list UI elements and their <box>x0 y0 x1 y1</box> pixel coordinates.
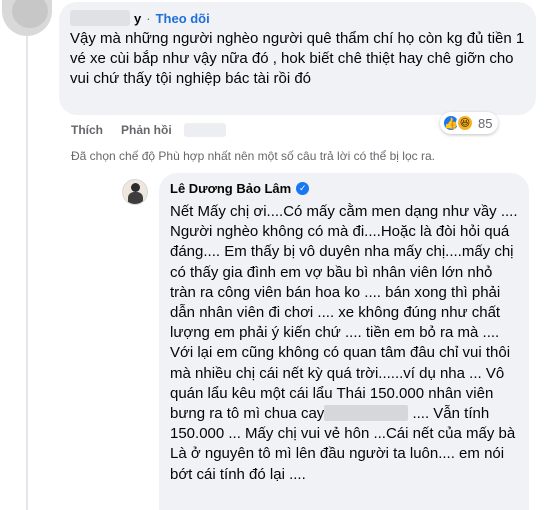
reply-header: Lê Dương Bảo Lâm ✓ <box>170 181 310 196</box>
reaction-count: 85 <box>478 115 493 131</box>
reply-bubble: Lê Dương Bảo Lâm ✓ Nết Mấy chị ơi....Có … <box>159 173 529 510</box>
reply-button[interactable]: Phản hồi <box>121 123 172 137</box>
verified-badge-icon: ✓ <box>296 182 310 195</box>
reply-author-name[interactable]: Lê Dương Bảo Lâm <box>170 181 291 196</box>
blurred-timestamp <box>183 123 226 137</box>
comment-author-name[interactable]: y <box>134 11 141 26</box>
avatar-head-shape <box>131 183 140 192</box>
comment-text: Vậy mà những người nghèo người quê thẩm … <box>70 30 525 87</box>
haha-icon: 😆 <box>456 114 474 132</box>
thread-connector-line <box>26 36 28 510</box>
commenter-avatar[interactable] <box>2 0 52 36</box>
comment-header: y · Theo dõi <box>70 8 210 28</box>
filter-notice: Đã chọn chế độ Phù hợp nhất nên một số c… <box>71 149 435 163</box>
reaction-summary[interactable]: 👍 😆 85 <box>440 112 499 134</box>
avatar-body-shape <box>128 192 143 204</box>
separator-dot: · <box>146 10 151 26</box>
comment-bubble: y · Theo dõi Vậy mà những người nghèo ng… <box>59 2 536 115</box>
like-button[interactable]: Thích <box>71 123 103 137</box>
reply-text: Nết Mấy chị ơi....Có mấy cằm men dạng nh… <box>170 202 522 485</box>
blurred-author-name <box>70 10 130 26</box>
follow-button[interactable]: Theo dõi <box>156 11 210 26</box>
comment-actions: Thích Phản hồi <box>71 123 226 137</box>
reply-author-avatar[interactable] <box>122 179 148 205</box>
blurred-text-segment <box>324 405 409 422</box>
reply-text-part-1: Nết Mấy chị ơi....Có mấy cằm men dạng nh… <box>170 203 518 423</box>
